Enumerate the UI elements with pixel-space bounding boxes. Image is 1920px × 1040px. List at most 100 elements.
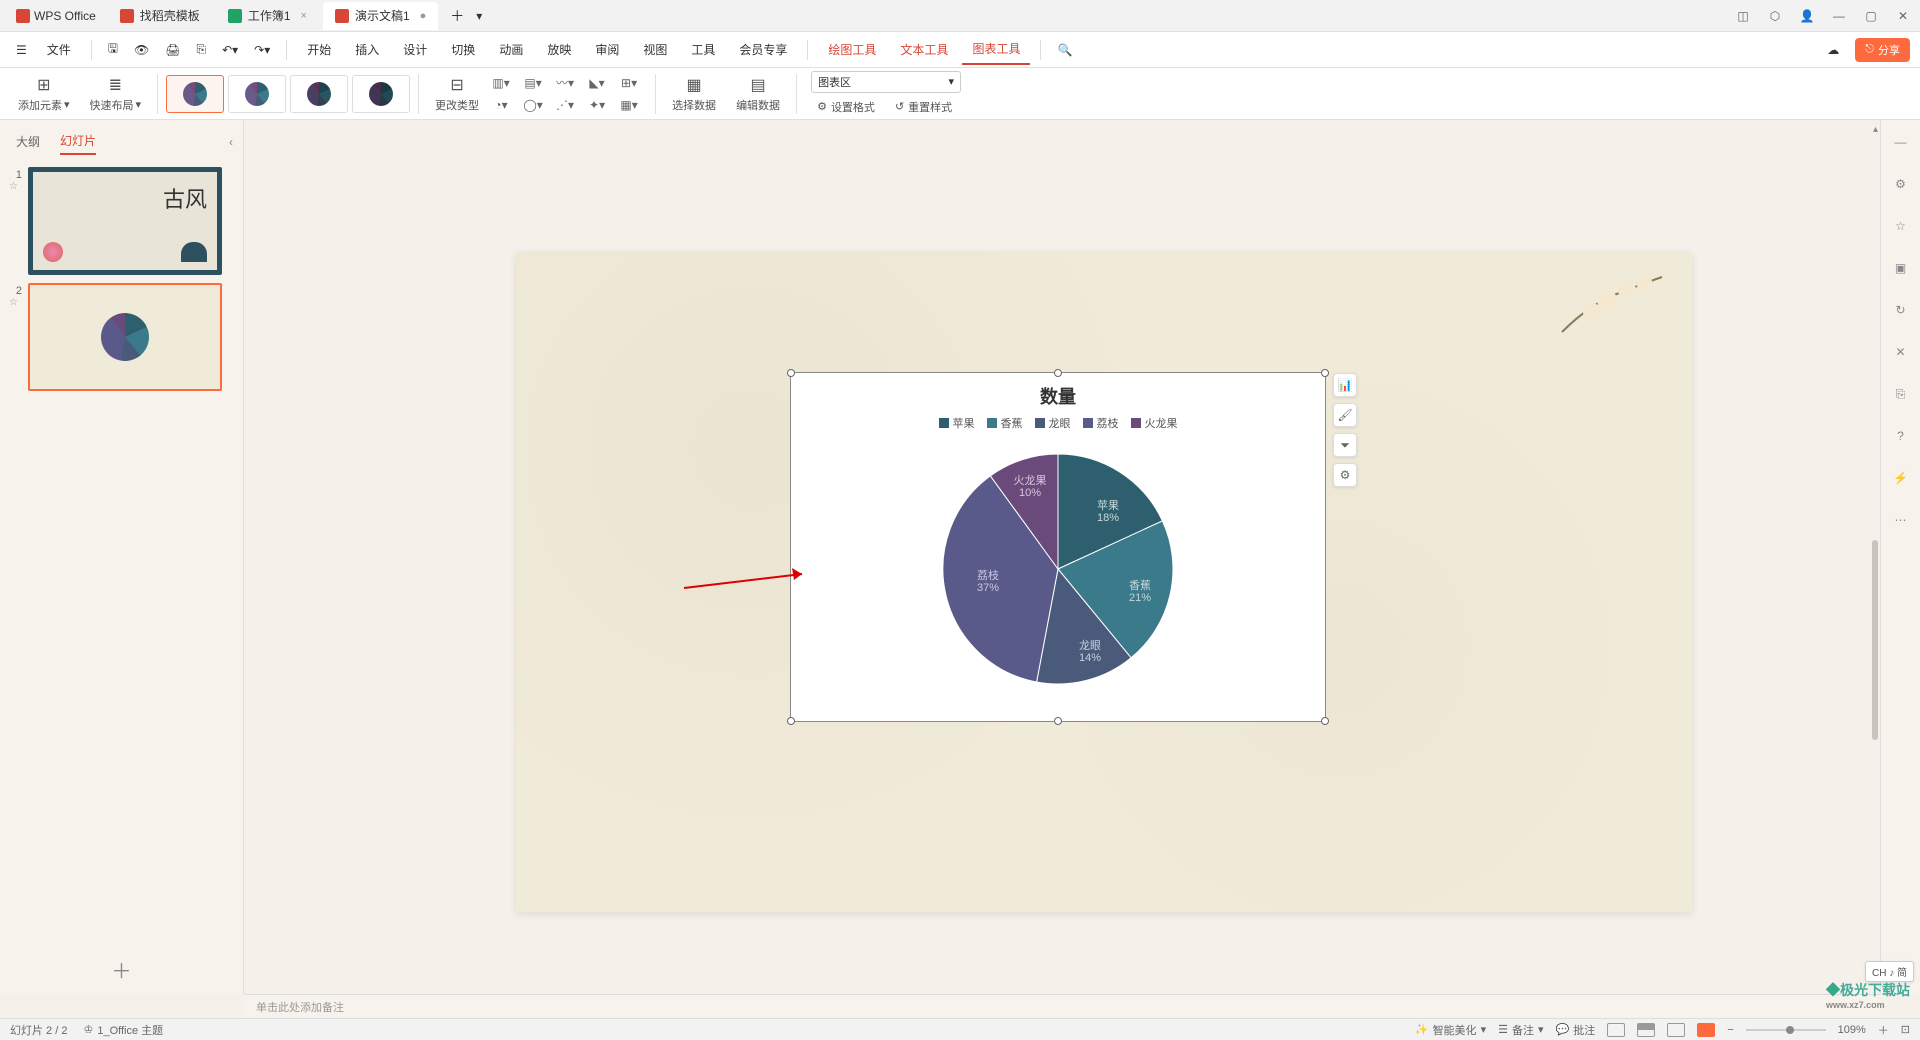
- zoom-level[interactable]: 109%: [1838, 1024, 1866, 1036]
- change-type-button[interactable]: ⊟ 更改类型: [431, 75, 483, 113]
- save-icon[interactable]: 🖫: [102, 35, 124, 64]
- chart-element-selector[interactable]: 图表区 ▾: [811, 71, 961, 93]
- tab-presentation[interactable]: 演示文稿1 ●: [323, 2, 438, 30]
- rail-minus-icon[interactable]: —: [1889, 130, 1913, 154]
- zoom-slider[interactable]: [1746, 1029, 1826, 1031]
- resize-handle-nw[interactable]: [787, 369, 795, 377]
- sorter-view-icon[interactable]: [1637, 1023, 1655, 1037]
- cube-icon[interactable]: ⬡: [1766, 7, 1784, 25]
- rail-star-icon[interactable]: ☆: [1889, 214, 1913, 238]
- menu-design[interactable]: 设计: [393, 35, 437, 64]
- zoom-slider-thumb[interactable]: [1786, 1026, 1794, 1034]
- combo-chart-icon[interactable]: ⊞▾: [615, 73, 643, 93]
- bar-chart-icon[interactable]: ▥▾: [487, 73, 515, 93]
- hamburger-icon[interactable]: ☰: [10, 39, 33, 61]
- tab-workbook[interactable]: 工作簿1 ×: [216, 2, 319, 30]
- avatar-icon[interactable]: 👤: [1798, 7, 1816, 25]
- rail-tools-icon[interactable]: ✕: [1889, 340, 1913, 364]
- edit-data-button[interactable]: ▤ 编辑数据: [728, 68, 788, 119]
- search-icon[interactable]: 🔍: [1051, 39, 1078, 61]
- tab-menu-button[interactable]: ▾: [470, 5, 488, 27]
- zoom-in-icon[interactable]: ＋: [1878, 1022, 1889, 1038]
- minimize-button[interactable]: —: [1830, 7, 1848, 25]
- scroll-up-icon[interactable]: ▴: [1873, 124, 1878, 135]
- zoom-out-icon[interactable]: −: [1727, 1024, 1733, 1036]
- smart-beautify-button[interactable]: ✨ 智能美化 ▾: [1415, 1022, 1486, 1038]
- chart-legend[interactable]: 苹果 香蕉 龙眼 荔枝 火龙果: [791, 415, 1325, 439]
- donut-chart-icon[interactable]: ◯▾: [519, 95, 547, 115]
- set-format-button[interactable]: ⚙ 设置格式: [811, 97, 881, 117]
- add-element-group[interactable]: ⊞ 添加元素 ▾: [10, 68, 78, 119]
- chart-style-3[interactable]: [290, 75, 348, 113]
- rail-animation-icon[interactable]: ⚡: [1889, 466, 1913, 490]
- menu-text-tools[interactable]: 文本工具: [890, 35, 958, 64]
- treemap-icon[interactable]: ▦▾: [615, 95, 643, 115]
- chart-style-1[interactable]: [166, 75, 224, 113]
- export-icon[interactable]: ⎘: [190, 38, 212, 61]
- normal-view-icon[interactable]: [1607, 1023, 1625, 1037]
- collapse-sidebar-icon[interactable]: ‹: [229, 135, 233, 149]
- theme-indicator[interactable]: ♔ 1_Office 主题: [83, 1022, 163, 1038]
- tab-templates[interactable]: 找稻壳模板: [108, 2, 212, 30]
- reset-style-button[interactable]: ↺ 重置样式: [889, 97, 958, 117]
- redo-icon[interactable]: ↷▾: [248, 39, 276, 61]
- rail-settings-icon[interactable]: ⚙: [1889, 172, 1913, 196]
- scatter-chart-icon[interactable]: ⋰▾: [551, 95, 579, 115]
- rail-refresh-icon[interactable]: ↻: [1889, 298, 1913, 322]
- tab-outline[interactable]: 大纲: [16, 129, 40, 154]
- quick-layout-group[interactable]: ≣ 快速布局 ▾: [82, 68, 150, 119]
- fit-window-icon[interactable]: ⊡: [1901, 1023, 1910, 1036]
- chart-style-4[interactable]: [352, 75, 410, 113]
- comments-toggle[interactable]: 💬 批注: [1556, 1022, 1596, 1038]
- rail-more-icon[interactable]: ⋯: [1889, 508, 1913, 532]
- select-data-button[interactable]: ▦ 选择数据: [664, 68, 724, 119]
- menu-member[interactable]: 会员专享: [729, 35, 797, 64]
- hbar-chart-icon[interactable]: ▤▾: [519, 73, 547, 93]
- undo-icon[interactable]: ↶▾: [216, 39, 244, 61]
- reading-view-icon[interactable]: [1667, 1023, 1685, 1037]
- chart-object[interactable]: 数量 苹果 香蕉 龙眼 荔枝 火龙果 苹果18% 香蕉21% 龙眼14% 荔枝3…: [790, 372, 1326, 722]
- add-slide-button[interactable]: ＋: [0, 945, 243, 994]
- slide-thumbnail-1[interactable]: 古风: [28, 167, 222, 275]
- rail-layers-icon[interactable]: ▣: [1889, 256, 1913, 280]
- tab-slides[interactable]: 幻灯片: [60, 128, 96, 155]
- scrollbar-thumb[interactable]: [1872, 540, 1878, 740]
- area-chart-icon[interactable]: ◣▾: [583, 73, 611, 93]
- share-button[interactable]: ⎋ 分享: [1855, 38, 1910, 62]
- new-tab-button[interactable]: ＋: [444, 2, 470, 30]
- radar-chart-icon[interactable]: ✦▾: [583, 95, 611, 115]
- slide-item-2[interactable]: 2☆: [8, 283, 235, 391]
- file-menu[interactable]: 文件: [37, 35, 81, 64]
- menu-transition[interactable]: 切换: [441, 35, 485, 64]
- maximize-button[interactable]: ▢: [1862, 7, 1880, 25]
- window-layout-icon[interactable]: ◫: [1734, 7, 1752, 25]
- menu-view[interactable]: 视图: [633, 35, 677, 64]
- resize-handle-ne[interactable]: [1321, 369, 1329, 377]
- menu-slideshow[interactable]: 放映: [537, 35, 581, 64]
- chart-filter-icon[interactable]: ⏷: [1333, 433, 1357, 457]
- notes-toggle[interactable]: ☰ 备注 ▾: [1498, 1022, 1543, 1038]
- ime-indicator[interactable]: CH ♪ 简: [1865, 961, 1914, 982]
- resize-handle-s[interactable]: [1054, 717, 1062, 725]
- menu-review[interactable]: 审阅: [585, 35, 629, 64]
- cloud-icon[interactable]: ☁: [1821, 39, 1845, 61]
- chart-settings-icon[interactable]: ⚙: [1333, 463, 1357, 487]
- resize-handle-se[interactable]: [1321, 717, 1329, 725]
- menu-chart-tools[interactable]: 图表工具: [962, 34, 1030, 65]
- notes-bar[interactable]: 单击此处添加备注: [244, 994, 1880, 1018]
- pie-chart[interactable]: 苹果18% 香蕉21% 龙眼14% 荔枝37% 火龙果10%: [928, 439, 1188, 699]
- line-chart-icon[interactable]: 〰▾: [551, 73, 579, 93]
- slide-thumbnail-2[interactable]: [28, 283, 222, 391]
- menu-insert[interactable]: 插入: [345, 35, 389, 64]
- chart-styles-icon[interactable]: 🖌: [1333, 403, 1357, 427]
- rail-link-icon[interactable]: ⎘: [1889, 382, 1913, 406]
- canvas-area[interactable]: 数量 苹果 香蕉 龙眼 荔枝 火龙果 苹果18% 香蕉21% 龙眼14% 荔枝3…: [244, 120, 1880, 994]
- menu-start[interactable]: 开始: [297, 35, 341, 64]
- vertical-scrollbar[interactable]: [1872, 120, 1878, 994]
- resize-handle-n[interactable]: [1054, 369, 1062, 377]
- resize-handle-sw[interactable]: [787, 717, 795, 725]
- chart-title[interactable]: 数量: [791, 373, 1325, 415]
- slideshow-view-icon[interactable]: [1697, 1023, 1715, 1037]
- menu-animation[interactable]: 动画: [489, 35, 533, 64]
- menu-tools[interactable]: 工具: [681, 35, 725, 64]
